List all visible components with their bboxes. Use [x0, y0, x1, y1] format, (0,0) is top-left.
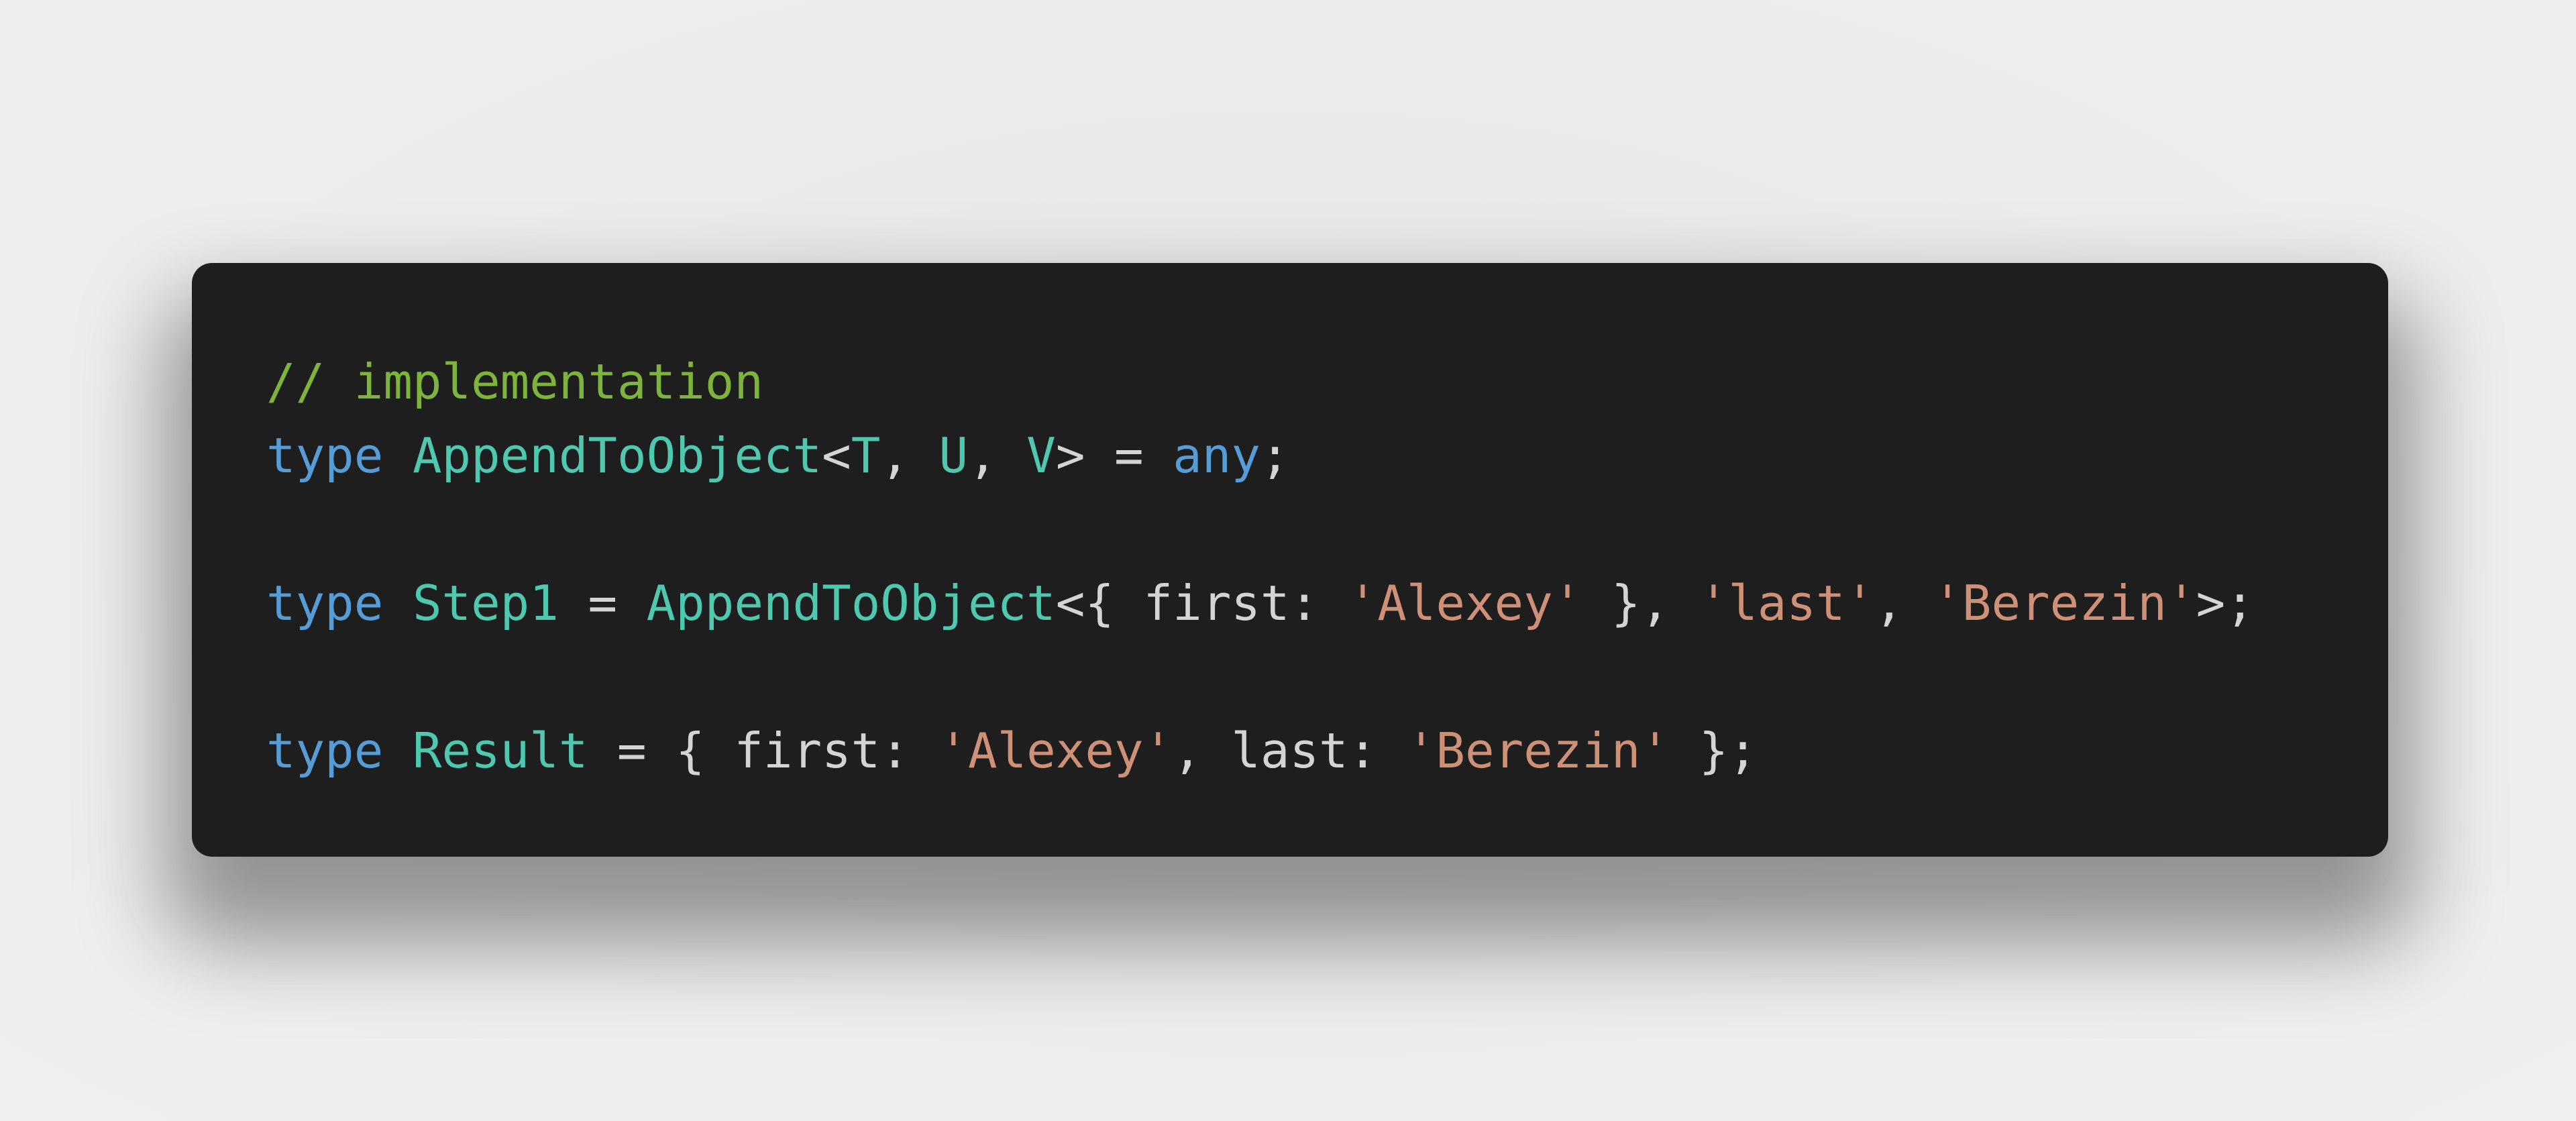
token-type: AppendToObject: [412, 428, 822, 484]
code-card: // implementation type AppendToObject<T, …: [192, 263, 2388, 857]
token-punct: =: [558, 576, 647, 632]
token-type: Result: [412, 723, 588, 780]
token-keyword: any: [1173, 428, 1260, 484]
token-punct: ,: [1874, 576, 1933, 632]
token-punct: , last:: [1173, 723, 1407, 780]
token-type: T: [851, 428, 881, 484]
token-string: 'Berezin': [1406, 723, 1670, 780]
code-line: type Result = { first: 'Alexey', last: '…: [266, 714, 2388, 788]
token-type: U: [938, 428, 969, 484]
token-punct: <{ first:: [1055, 576, 1348, 632]
token-keyword: type: [266, 428, 384, 484]
token-punct: > =: [1055, 428, 1173, 484]
token-keyword: type: [266, 576, 384, 632]
token-punct: >;: [2196, 576, 2255, 632]
token-punct: ,: [880, 428, 939, 484]
token-punct: <: [822, 428, 851, 484]
token-string: 'Alexey': [1348, 576, 1582, 632]
token-keyword: type: [266, 723, 384, 780]
token-type: V: [1026, 428, 1056, 484]
token-punct: ,: [968, 428, 1027, 484]
code-line: type AppendToObject<T, U, V> = any;: [266, 419, 2388, 493]
code-block: // implementation type AppendToObject<T, …: [266, 345, 2388, 788]
token-punct: ;: [1260, 428, 1290, 484]
token-string: 'Alexey': [938, 723, 1173, 780]
token-string: 'last': [1699, 576, 1875, 632]
code-line: type Step1 = AppendToObject<{ first: 'Al…: [266, 567, 2388, 641]
token-type: Step1: [412, 576, 559, 632]
code-line: // implementation: [266, 345, 2388, 419]
token-comment: // implementation: [266, 354, 763, 411]
token-punct: };: [1670, 723, 1758, 780]
token-punct: },: [1582, 576, 1699, 632]
token-string: 'Berezin': [1933, 576, 2196, 632]
token-punct: = { first:: [588, 723, 939, 780]
token-type: AppendToObject: [646, 576, 1056, 632]
